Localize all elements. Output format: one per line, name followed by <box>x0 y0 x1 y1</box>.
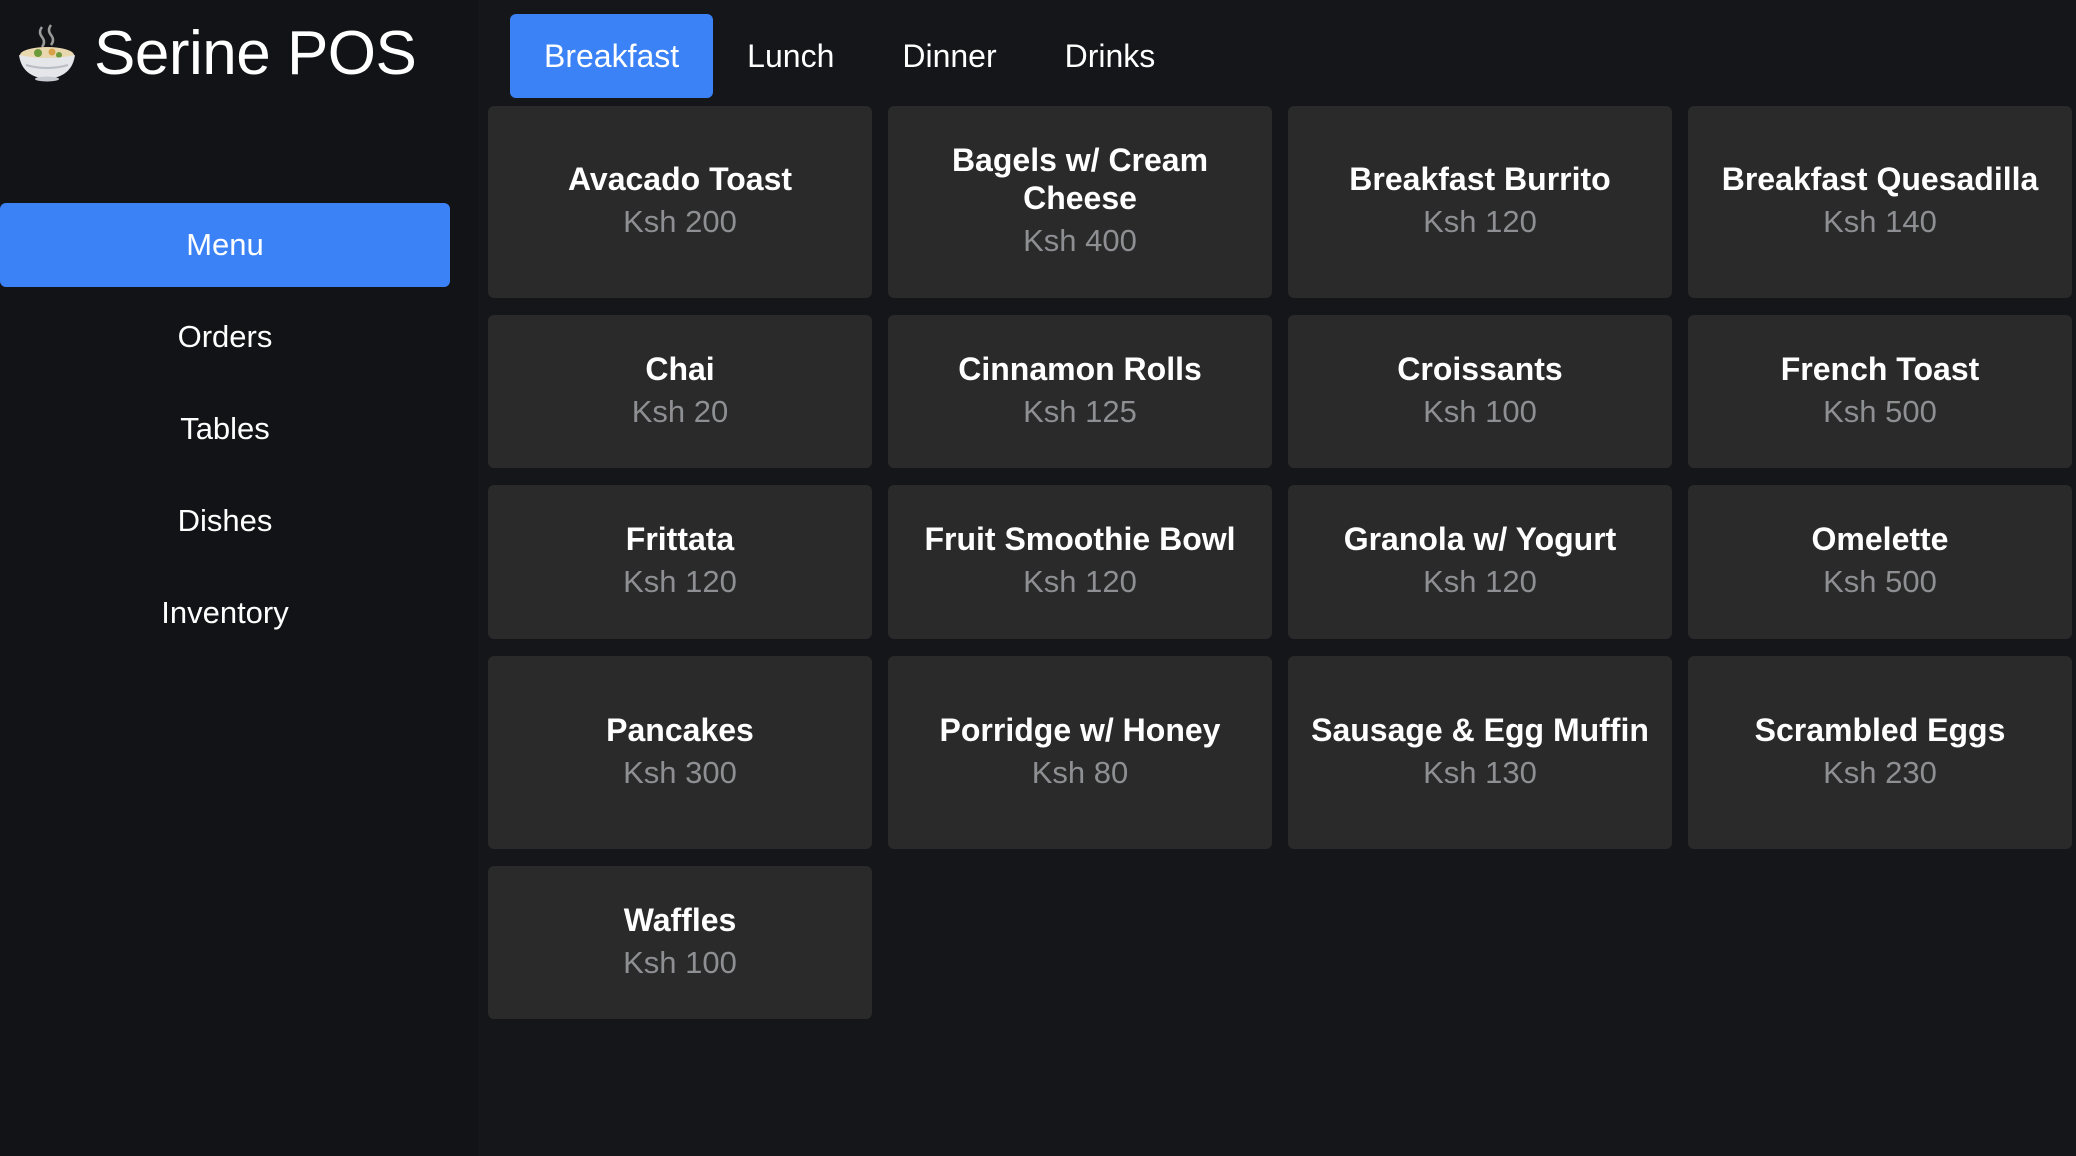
menu-item-name: Pancakes <box>606 711 754 748</box>
menu-item-price: Ksh 140 <box>1823 204 1937 239</box>
menu-item-card[interactable]: Sausage & Egg Muffin Ksh 130 <box>1288 656 1672 849</box>
menu-item-card[interactable]: Avacado Toast Ksh 200 <box>488 106 872 298</box>
menu-item-name: Chai <box>645 350 715 387</box>
menu-item-name: Frittata <box>625 521 735 557</box>
sidebar-item-label: Tables <box>180 411 270 446</box>
sidebar-item-orders[interactable]: Orders <box>0 295 450 379</box>
sidebar-item-tables[interactable]: Tables <box>0 387 450 471</box>
menu-item-price: Ksh 500 <box>1823 564 1937 599</box>
menu-item-name: Omelette <box>1811 521 1949 557</box>
menu-item-price: Ksh 80 <box>1031 754 1129 790</box>
menu-item-card[interactable]: French Toast Ksh 500 <box>1688 315 2072 468</box>
menu-item-price: Ksh 125 <box>1023 393 1137 429</box>
menu-item-name: Waffles <box>623 901 737 938</box>
menu-item-card[interactable]: Granola w/ Yogurt Ksh 120 <box>1288 485 1672 639</box>
menu-item-card[interactable]: Pancakes Ksh 300 <box>488 656 872 849</box>
tab-breakfast[interactable]: Breakfast <box>510 14 714 98</box>
menu-item-name: Scrambled Eggs <box>1754 711 2006 748</box>
menu-item-price: Ksh 130 <box>1423 754 1537 790</box>
sidebar-item-inventory[interactable]: Inventory <box>0 571 450 655</box>
menu-item-price: Ksh 100 <box>1423 393 1537 429</box>
menu-item-price: Ksh 120 <box>1023 564 1137 599</box>
menu-item-price: Ksh 500 <box>1823 393 1937 429</box>
menu-item-card[interactable]: Chai Ksh 20 <box>488 315 872 468</box>
menu-item-card[interactable]: Bagels w/ Cream Cheese Ksh 400 <box>888 106 1272 298</box>
menu-item-card[interactable]: Waffles Ksh 100 <box>488 866 872 1019</box>
menu-item-price: Ksh 20 <box>631 393 729 429</box>
menu-item-price: Ksh 300 <box>623 754 737 790</box>
sidebar-item-menu[interactable]: Menu <box>0 203 450 287</box>
menu-item-name: Granola w/ Yogurt <box>1343 521 1617 557</box>
tab-drinks[interactable]: Drinks <box>1031 14 1190 98</box>
menu-item-card[interactable]: Cinnamon Rolls Ksh 125 <box>888 315 1272 468</box>
menu-item-price: Ksh 400 <box>1023 223 1137 258</box>
menu-item-card[interactable]: Scrambled Eggs Ksh 230 <box>1688 656 2072 849</box>
menu-item-price: Ksh 120 <box>623 564 737 599</box>
tab-dinner[interactable]: Dinner <box>868 14 1030 98</box>
menu-item-price: Ksh 230 <box>1823 754 1937 790</box>
menu-item-name: Avacado Toast <box>567 161 793 197</box>
menu-item-name: French Toast <box>1780 350 1980 387</box>
menu-item-price: Ksh 200 <box>623 204 737 239</box>
sidebar-item-label: Orders <box>177 319 273 354</box>
menu-item-name: Breakfast Burrito <box>1349 161 1611 197</box>
menu-item-card[interactable]: Fruit Smoothie Bowl Ksh 120 <box>888 485 1272 639</box>
menu-item-name: Croissants <box>1397 350 1563 387</box>
menu-item-name: Porridge w/ Honey <box>939 711 1221 748</box>
menu-item-card[interactable]: Frittata Ksh 120 <box>488 485 872 639</box>
menu-item-card[interactable]: Croissants Ksh 100 <box>1288 315 1672 468</box>
pos-app: Serine POS Menu Orders Tables Dishes Inv… <box>0 0 2076 1156</box>
category-tabs: Breakfast Lunch Dinner Drinks <box>510 14 1189 98</box>
menu-item-price: Ksh 120 <box>1423 204 1537 239</box>
menu-item-card[interactable]: Omelette Ksh 500 <box>1688 485 2072 639</box>
noodle-bowl-icon <box>14 21 80 87</box>
sidebar-nav: Menu Orders Tables Dishes Inventory <box>0 203 450 663</box>
menu-item-price: Ksh 120 <box>1423 564 1537 599</box>
brand: Serine POS <box>14 18 417 90</box>
sidebar: Serine POS Menu Orders Tables Dishes Inv… <box>0 0 478 1156</box>
sidebar-item-label: Inventory <box>161 595 289 630</box>
main-content: Breakfast Lunch Dinner Drinks Avacado To… <box>478 0 2076 1156</box>
sidebar-item-label: Dishes <box>177 503 273 538</box>
sidebar-item-dishes[interactable]: Dishes <box>0 479 450 563</box>
menu-item-name: Sausage & Egg Muffin <box>1311 711 1649 748</box>
menu-item-name: Bagels w/ Cream Cheese <box>951 142 1209 216</box>
menu-item-card[interactable]: Breakfast Quesadilla Ksh 140 <box>1688 106 2072 298</box>
menu-item-price: Ksh 100 <box>623 944 737 980</box>
app-title: Serine POS <box>94 19 417 88</box>
menu-item-name: Cinnamon Rolls <box>958 350 1202 387</box>
menu-item-name: Fruit Smoothie Bowl <box>924 521 1236 557</box>
tab-lunch[interactable]: Lunch <box>713 14 868 98</box>
menu-grid: Avacado Toast Ksh 200 Bagels w/ Cream Ch… <box>488 106 2076 1019</box>
menu-item-card[interactable]: Breakfast Burrito Ksh 120 <box>1288 106 1672 298</box>
sidebar-item-label: Menu <box>186 227 264 262</box>
menu-item-name: Breakfast Quesadilla <box>1721 161 2039 197</box>
menu-item-card[interactable]: Porridge w/ Honey Ksh 80 <box>888 656 1272 849</box>
